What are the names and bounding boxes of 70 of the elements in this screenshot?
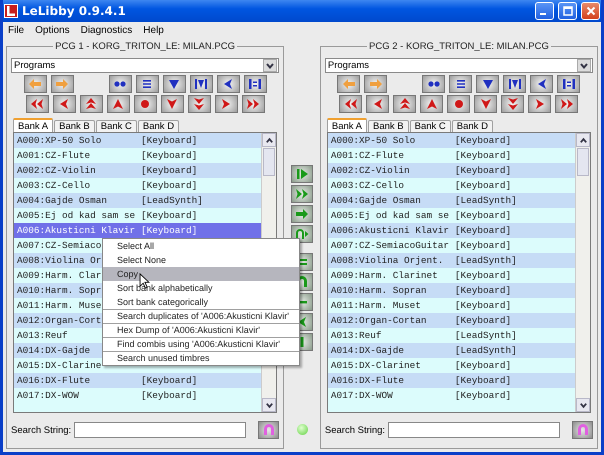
program-name: A001:CZ-Flute <box>17 150 90 161</box>
program-category: [Keyboard] <box>454 225 512 236</box>
program-category: [Keyboard] <box>454 315 512 326</box>
program-category: [Keyboard] <box>454 375 512 386</box>
program-name: A017:DX-WOW <box>330 390 393 401</box>
program-category: [Keyboard] <box>454 240 512 251</box>
program-name: A016:DX-Flute <box>17 375 90 386</box>
program-name: A001:CZ-Flute <box>330 150 404 161</box>
panel-title: PCG 2 - KORG_TRITON_LE: MILAN.PCG <box>368 41 550 52</box>
program-category: [Keyboard] <box>454 360 512 371</box>
program-name: A012:Organ-Cortan <box>330 315 427 326</box>
program-category: [Keyboard] <box>454 300 512 311</box>
program-name: A005:Ej od kad sam se <box>17 210 136 221</box>
program-name: A013:Reuf <box>17 330 68 341</box>
program-name: A016:DX-Flute <box>330 375 404 386</box>
program-category: [Keyboard] <box>454 150 512 161</box>
program-name: A014:DX-Gajde <box>17 345 90 356</box>
program-category: [Keyboard] <box>141 180 198 191</box>
program-category: [Keyboard] <box>141 375 198 386</box>
program-name: A014:DX-Gajde <box>330 345 404 356</box>
program-name: A003:CZ-Cello <box>330 180 404 191</box>
program-category: [Keyboard] <box>454 165 512 176</box>
program-name: A002:CZ-Violin <box>330 165 410 176</box>
program-category: [Keyboard] <box>141 210 198 221</box>
program-name: A004:Gajde Osman <box>17 195 108 206</box>
dropdown-value: Programs <box>14 60 56 71</box>
program-name: A004:Gajde Osman <box>330 195 421 206</box>
program-category: [LeadSynth] <box>454 345 517 356</box>
program-category: [LeadSynth] <box>454 255 517 266</box>
program-name: A000:XP-50 Solo <box>17 135 102 146</box>
program-name: A011:Harm. Muset <box>330 300 421 311</box>
program-name: A008:Violina Or <box>17 255 102 266</box>
program-category: [LeadSynth] <box>141 195 203 206</box>
program-name: A007:CZ-SemiacoGuitar <box>330 240 450 251</box>
program-name: A009:Harm. Clar <box>17 270 102 281</box>
program-name: A017:DX-WOW <box>17 390 79 401</box>
program-name: A007:CZ-Semiaco <box>17 240 102 251</box>
program-category: [Keyboard] <box>141 135 198 146</box>
program-name: A003:CZ-Cello <box>17 180 90 191</box>
program-name: A010:Harm. Sopran <box>330 285 427 296</box>
program-name: A011:Harm. Muse <box>17 300 102 311</box>
program-name: A006:Akusticni Klavir <box>17 225 136 236</box>
program-name: A009:Harm. Clarinet <box>330 270 438 281</box>
panel-title: PCG 1 - KORG_TRITON_LE: MILAN.PCG <box>54 41 236 52</box>
program-name: A015:DX-Clarinet <box>330 360 421 371</box>
program-name: A008:Violina Orjent. <box>330 255 444 266</box>
program-name: A012:Organ-Cort <box>17 315 102 326</box>
program-name: A000:XP-50 Solo <box>330 135 416 146</box>
window-title: LeLibby 0.9.4.1 <box>22 4 126 18</box>
program-category: [Keyboard] <box>141 165 198 176</box>
search-label: Search String: <box>324 424 386 436</box>
program-category: [Keyboard] <box>141 150 198 161</box>
program-name: A006:Akusticni Klavir <box>330 225 450 236</box>
program-category: [Keyboard] <box>141 225 198 236</box>
program-category: [Keyboard] <box>454 135 512 146</box>
dropdown-value: Programs <box>328 60 370 71</box>
program-category: [Keyboard] <box>454 180 512 191</box>
program-category: [Keyboard] <box>454 390 512 401</box>
program-name: A005:Ej od kad sam se <box>330 210 450 221</box>
program-name: A015:DX-Clarine <box>17 360 102 371</box>
program-category: [Keyboard] <box>454 210 512 221</box>
program-category: [Keyboard] <box>454 285 512 296</box>
search-label: Search String: <box>11 424 72 436</box>
program-category: [Keyboard] <box>454 270 512 281</box>
program-category: [LeadSynth] <box>454 330 517 341</box>
program-name: A013:Reuf <box>330 330 382 341</box>
program-name: A002:CZ-Violin <box>17 165 96 176</box>
program-name: A010:Harm. Sopr <box>17 285 102 296</box>
program-category: [Keyboard] <box>141 390 198 401</box>
program-category: [LeadSynth] <box>454 195 517 206</box>
